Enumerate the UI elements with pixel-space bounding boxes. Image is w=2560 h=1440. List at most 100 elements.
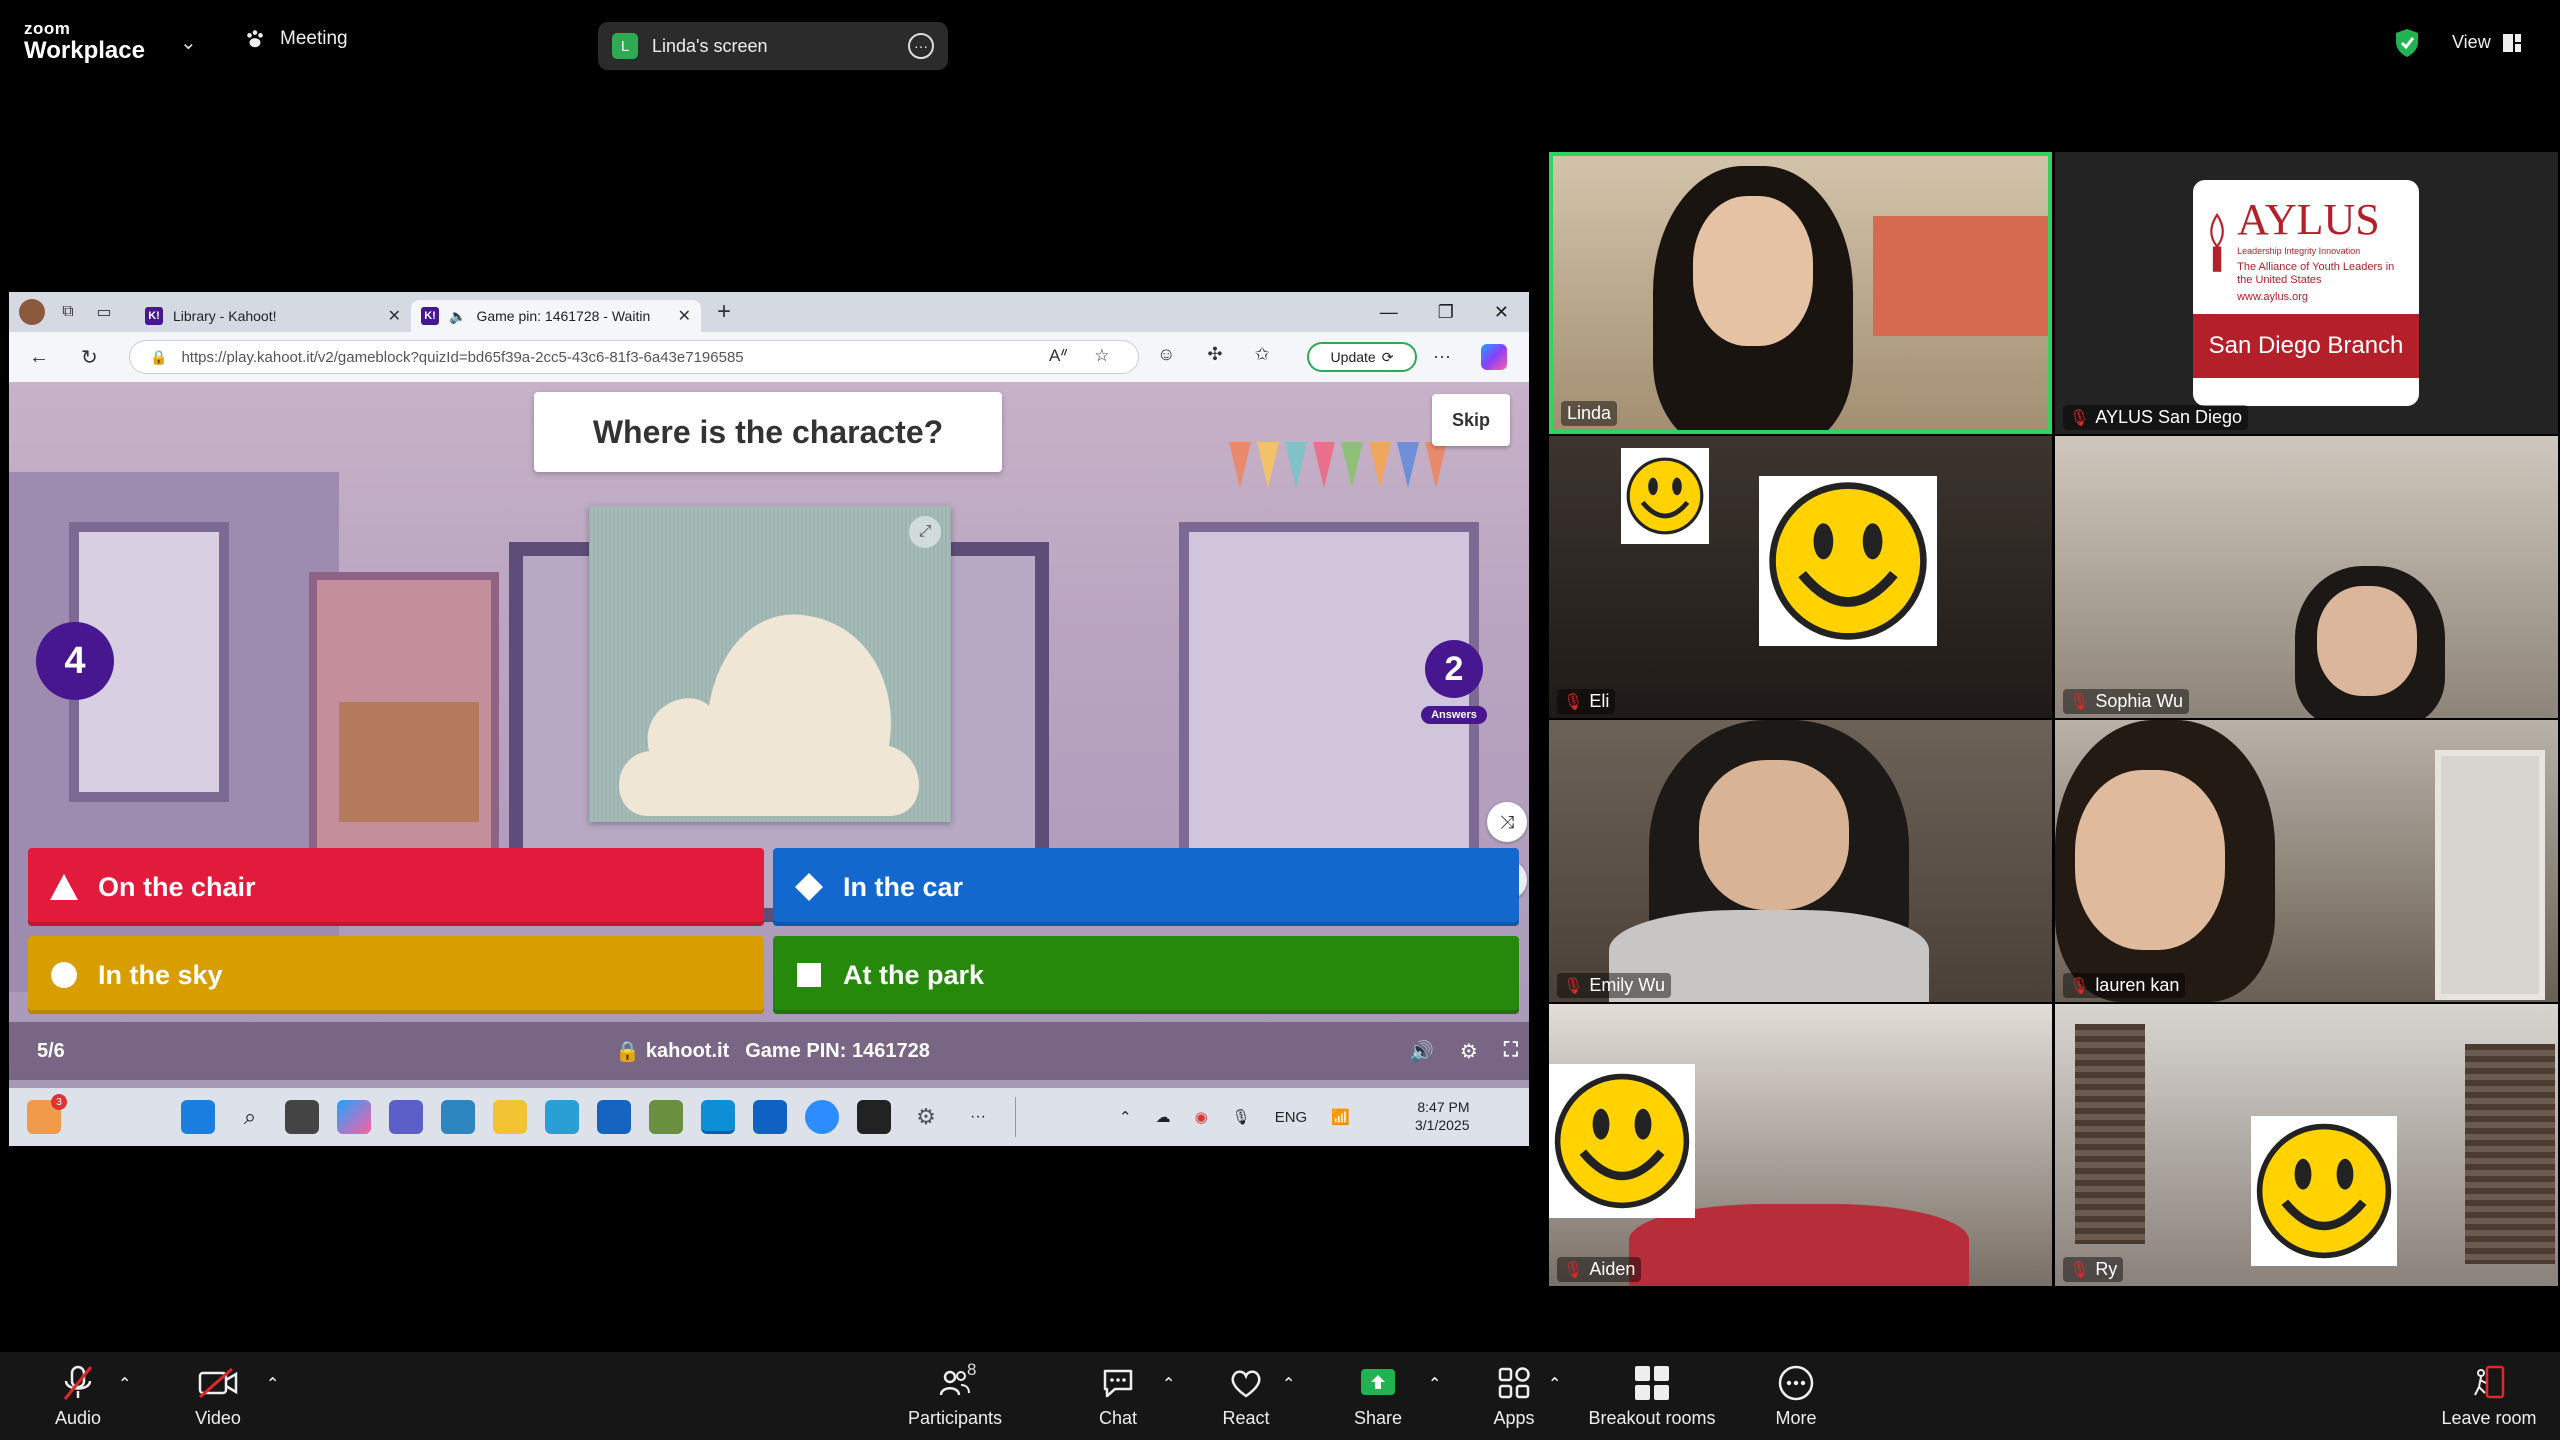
- diamond-icon: [795, 873, 823, 901]
- microphone-icon[interactable]: 🎙: [1232, 1108, 1251, 1126]
- meeting-info-button[interactable]: Meeting: [244, 28, 348, 50]
- more-apps-icon[interactable]: ···: [961, 1100, 995, 1134]
- notion-icon[interactable]: [857, 1100, 891, 1134]
- fullscreen-icon[interactable]: ⛶: [1504, 1039, 1518, 1064]
- widgets-weather-icon[interactable]: 3: [27, 1094, 67, 1134]
- muted-mic-icon: 🎙: [2069, 1261, 2090, 1279]
- windows-start-icon[interactable]: [181, 1100, 215, 1134]
- audio-button[interactable]: Audio: [50, 1352, 106, 1440]
- browser-menu-icon[interactable]: ···: [1433, 346, 1451, 367]
- taskbar-divider: [1015, 1097, 1016, 1137]
- favorites-icon[interactable]: ✩: [1254, 344, 1269, 365]
- site-info-lock-icon[interactable]: 🔒: [150, 349, 167, 366]
- copilot-app-icon[interactable]: [337, 1100, 371, 1134]
- onedrive-icon[interactable]: ☁: [1156, 1108, 1171, 1126]
- wifi-icon[interactable]: 📶: [1331, 1108, 1350, 1126]
- security-shield-icon[interactable]: [2394, 28, 2420, 58]
- close-window-icon[interactable]: ✕: [1494, 302, 1509, 323]
- close-tab-icon[interactable]: ✕: [388, 306, 401, 326]
- more-button[interactable]: More: [1768, 1352, 1824, 1440]
- answer-option-green[interactable]: At the park: [773, 936, 1519, 1014]
- zoom-logo[interactable]: zoom Workplace: [24, 20, 145, 63]
- system-clock[interactable]: 8:47 PM 3/1/2025: [1415, 1098, 1470, 1134]
- react-button[interactable]: React: [1218, 1352, 1274, 1440]
- breakout-rooms-button[interactable]: Breakout rooms: [1580, 1352, 1724, 1440]
- favorite-star-icon[interactable]: ☆: [1094, 346, 1109, 366]
- shuffle-icon[interactable]: ⤨: [1487, 802, 1527, 842]
- copilot-icon[interactable]: [1481, 344, 1507, 370]
- task-view-icon[interactable]: [285, 1100, 319, 1134]
- extension-face-icon[interactable]: ☺: [1157, 344, 1175, 365]
- leave-room-button[interactable]: Leave room: [2434, 1352, 2544, 1440]
- workspaces-icon[interactable]: ⧉: [55, 299, 81, 325]
- chat-options-chevron-up-icon[interactable]: ⌃: [1162, 1374, 1175, 1394]
- video-tile-emily-wu[interactable]: 🎙 Emily Wu: [1549, 720, 2052, 1002]
- close-tab-icon[interactable]: ✕: [678, 306, 691, 326]
- profile-avatar-icon[interactable]: [19, 299, 45, 325]
- clock-date: 3/1/2025: [1415, 1117, 1470, 1134]
- kahoot-favicon-icon: K!: [145, 307, 163, 325]
- video-tile-aylus[interactable]: AYLUS Leadership Integrity Innovation Th…: [2055, 152, 2558, 434]
- new-tab-icon[interactable]: +: [717, 298, 731, 326]
- app-icon-2[interactable]: [649, 1100, 683, 1134]
- update-button[interactable]: Update ⟳: [1307, 342, 1417, 372]
- edge-dev-icon[interactable]: [545, 1100, 579, 1134]
- video-options-chevron-up-icon[interactable]: ⌃: [266, 1374, 279, 1394]
- store-icon[interactable]: [597, 1100, 631, 1134]
- share-button[interactable]: Share: [1350, 1352, 1406, 1440]
- view-button[interactable]: View: [2452, 32, 2521, 53]
- zoom-image-icon[interactable]: ⤢: [909, 516, 941, 548]
- react-options-chevron-up-icon[interactable]: ⌃: [1282, 1374, 1295, 1394]
- settings-gear-icon[interactable]: ⚙: [1460, 1039, 1478, 1064]
- video-tile-aiden[interactable]: 🎙 Aiden: [1549, 1004, 2052, 1286]
- paw-icon: [247, 30, 263, 48]
- square-icon: [795, 961, 823, 989]
- url-actions: Aᐥ ☆: [1049, 346, 1110, 366]
- url-input[interactable]: 🔒 https://play.kahoot.it/v2/gameblock?qu…: [129, 340, 1139, 374]
- answer-option-red[interactable]: On the chair: [28, 848, 764, 926]
- chevron-up-icon[interactable]: ⌃: [1119, 1108, 1132, 1126]
- tab-library-kahoot[interactable]: K! Library - Kahoot! ✕: [135, 300, 411, 332]
- search-icon[interactable]: ⌕: [233, 1100, 267, 1134]
- video-off-icon: [198, 1364, 238, 1402]
- question-image[interactable]: ⤢: [589, 506, 951, 822]
- audio-options-chevron-up-icon[interactable]: ⌃: [118, 1374, 131, 1394]
- video-tile-linda[interactable]: Linda: [1549, 152, 2052, 434]
- restore-icon[interactable]: ❐: [1438, 302, 1454, 323]
- recording-icon[interactable]: ◉: [1195, 1108, 1208, 1126]
- tab-actions-icon[interactable]: ▭: [91, 299, 117, 325]
- video-tile-lauren-kan[interactable]: 🎙 lauren kan: [2055, 720, 2558, 1002]
- video-tile-ry[interactable]: 🎙 Ry: [2055, 1004, 2558, 1286]
- tab-game-pin[interactable]: K! 🔈 Game pin: 1461728 - Waitin ✕: [411, 300, 701, 332]
- apps-button[interactable]: Apps: [1486, 1352, 1542, 1440]
- participants-count: 8: [967, 1359, 977, 1379]
- settings-app-icon[interactable]: ⚙: [909, 1100, 943, 1134]
- answer-option-yellow[interactable]: In the sky: [28, 936, 764, 1014]
- outlook-icon[interactable]: [753, 1100, 787, 1134]
- teams-icon[interactable]: [389, 1100, 423, 1134]
- volume-icon[interactable]: 🔊: [1409, 1039, 1434, 1064]
- skip-button[interactable]: Skip: [1432, 394, 1510, 446]
- more-options-icon[interactable]: ···: [908, 33, 934, 59]
- zoom-app-icon[interactable]: [805, 1100, 839, 1134]
- participants-button[interactable]: 8 Participants: [900, 1352, 1010, 1440]
- apps-options-chevron-up-icon[interactable]: ⌃: [1548, 1374, 1561, 1394]
- chevron-down-icon[interactable]: ⌄: [180, 30, 197, 55]
- screen-share-indicator[interactable]: L Linda's screen ···: [598, 22, 948, 70]
- back-arrow-icon[interactable]: ←: [29, 346, 51, 369]
- share-options-chevron-up-icon[interactable]: ⌃: [1428, 1374, 1441, 1394]
- app-icon[interactable]: [441, 1100, 475, 1134]
- chat-button[interactable]: Chat: [1090, 1352, 1146, 1440]
- video-tile-eli[interactable]: 🎙 Eli: [1549, 436, 2052, 718]
- answer-option-blue[interactable]: In the car: [773, 848, 1519, 926]
- video-tile-sophia-wu[interactable]: 🎙 Sophia Wu: [2055, 436, 2558, 718]
- extensions-puzzle-icon[interactable]: ✣: [1207, 344, 1222, 365]
- video-button[interactable]: Video: [190, 1352, 246, 1440]
- minimize-icon[interactable]: —: [1380, 302, 1398, 323]
- speaker-icon[interactable]: 🔈: [449, 308, 466, 325]
- refresh-icon[interactable]: ↻: [81, 345, 103, 370]
- file-explorer-icon[interactable]: [493, 1100, 527, 1134]
- language-indicator[interactable]: ENG: [1275, 1109, 1308, 1126]
- edge-browser-icon[interactable]: [701, 1100, 735, 1134]
- read-aloud-icon[interactable]: Aᐥ: [1049, 346, 1068, 366]
